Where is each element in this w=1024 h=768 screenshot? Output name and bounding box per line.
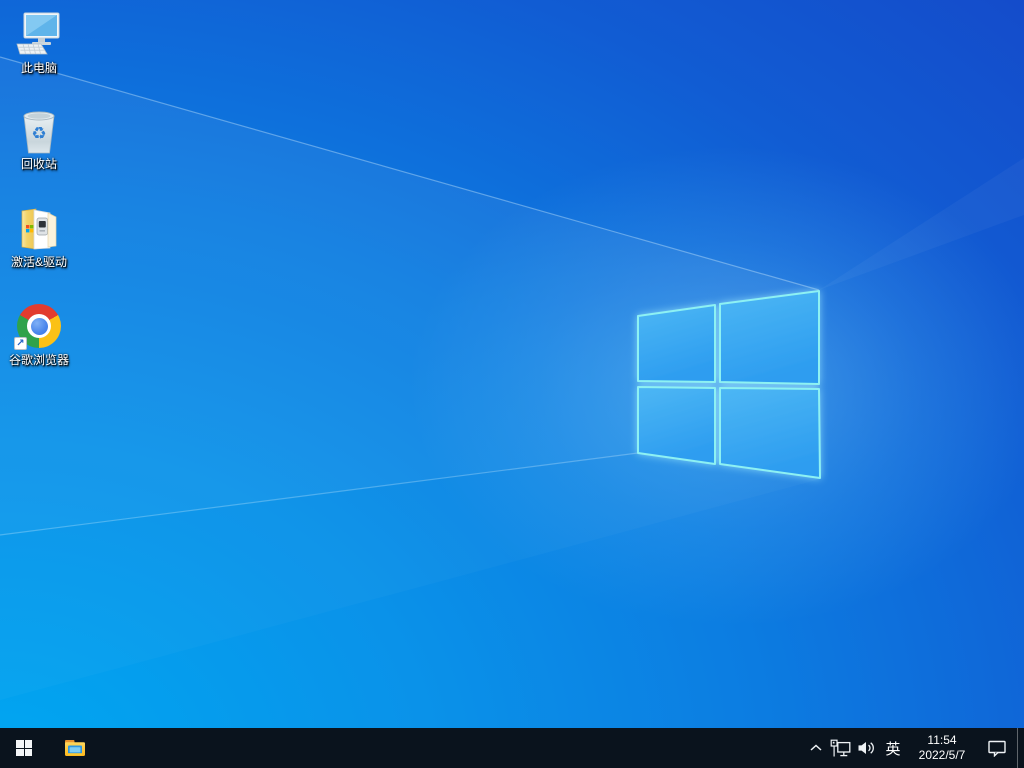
desktop-icon-google-chrome[interactable]: ↗ 谷歌浏览器 [0,300,78,392]
language-indicator-button[interactable]: 英 [879,728,907,768]
recycle-bin-icon: ♻ [16,104,62,156]
action-center-button[interactable] [977,728,1017,768]
desktop-icon-activation-drivers[interactable]: 激活&驱动 [0,202,78,294]
svg-text:♻: ♻ [31,124,46,144]
speaker-volume-icon [858,742,874,754]
desktop-icon-label: 激活&驱动 [10,255,67,269]
flag-pane-bottom-right [719,387,821,479]
desktop-icon-label: 谷歌浏览器 [8,353,69,367]
windows-logo-icon [16,740,32,756]
ethernet-network-icon [830,739,850,756]
this-pc-icon [14,8,64,60]
volume-button[interactable] [853,728,879,768]
desktop: 此电脑 ♻ 回收站 激活&驱动 ↗ 谷歌浏览器 英 11:54 2022/5/7 [0,0,1024,768]
wallpaper [0,0,1024,768]
chrome-icon: ↗ [14,300,61,352]
flag-pane-top-left [637,304,716,383]
desktop-icon-label: 此电脑 [20,61,57,75]
desktop-icon-this-pc[interactable]: 此电脑 [0,8,78,100]
file-explorer-folder-icon [65,740,85,756]
wallpaper-light-rays-and-logo [0,56,1024,626]
clock-date: 2022/5/7 [918,748,966,762]
shortcut-arrow-badge: ↗ [14,337,27,350]
system-tray: 英 11:54 2022/5/7 [805,728,1024,768]
open-folder-icon [15,202,63,254]
chevron-up-icon [810,744,822,751]
flag-pane-bottom-left [637,386,716,465]
network-status-button[interactable] [827,728,853,768]
clock-time: 11:54 [927,733,957,747]
taskbar: 英 11:54 2022/5/7 [0,728,1024,768]
desktop-icon-label: 回收站 [20,157,57,171]
desktop-icon-recycle-bin[interactable]: ♻ 回收站 [0,104,78,196]
show-desktop-button[interactable] [1017,728,1024,768]
notification-bubble-icon [988,740,1006,757]
clock-button[interactable]: 11:54 2022/5/7 [907,728,977,768]
file-explorer-button[interactable] [51,728,99,768]
start-button[interactable] [0,728,48,768]
flag-pane-top-right [719,290,820,385]
chrome-blue-center [30,317,48,335]
tray-expand-button[interactable] [805,728,827,768]
